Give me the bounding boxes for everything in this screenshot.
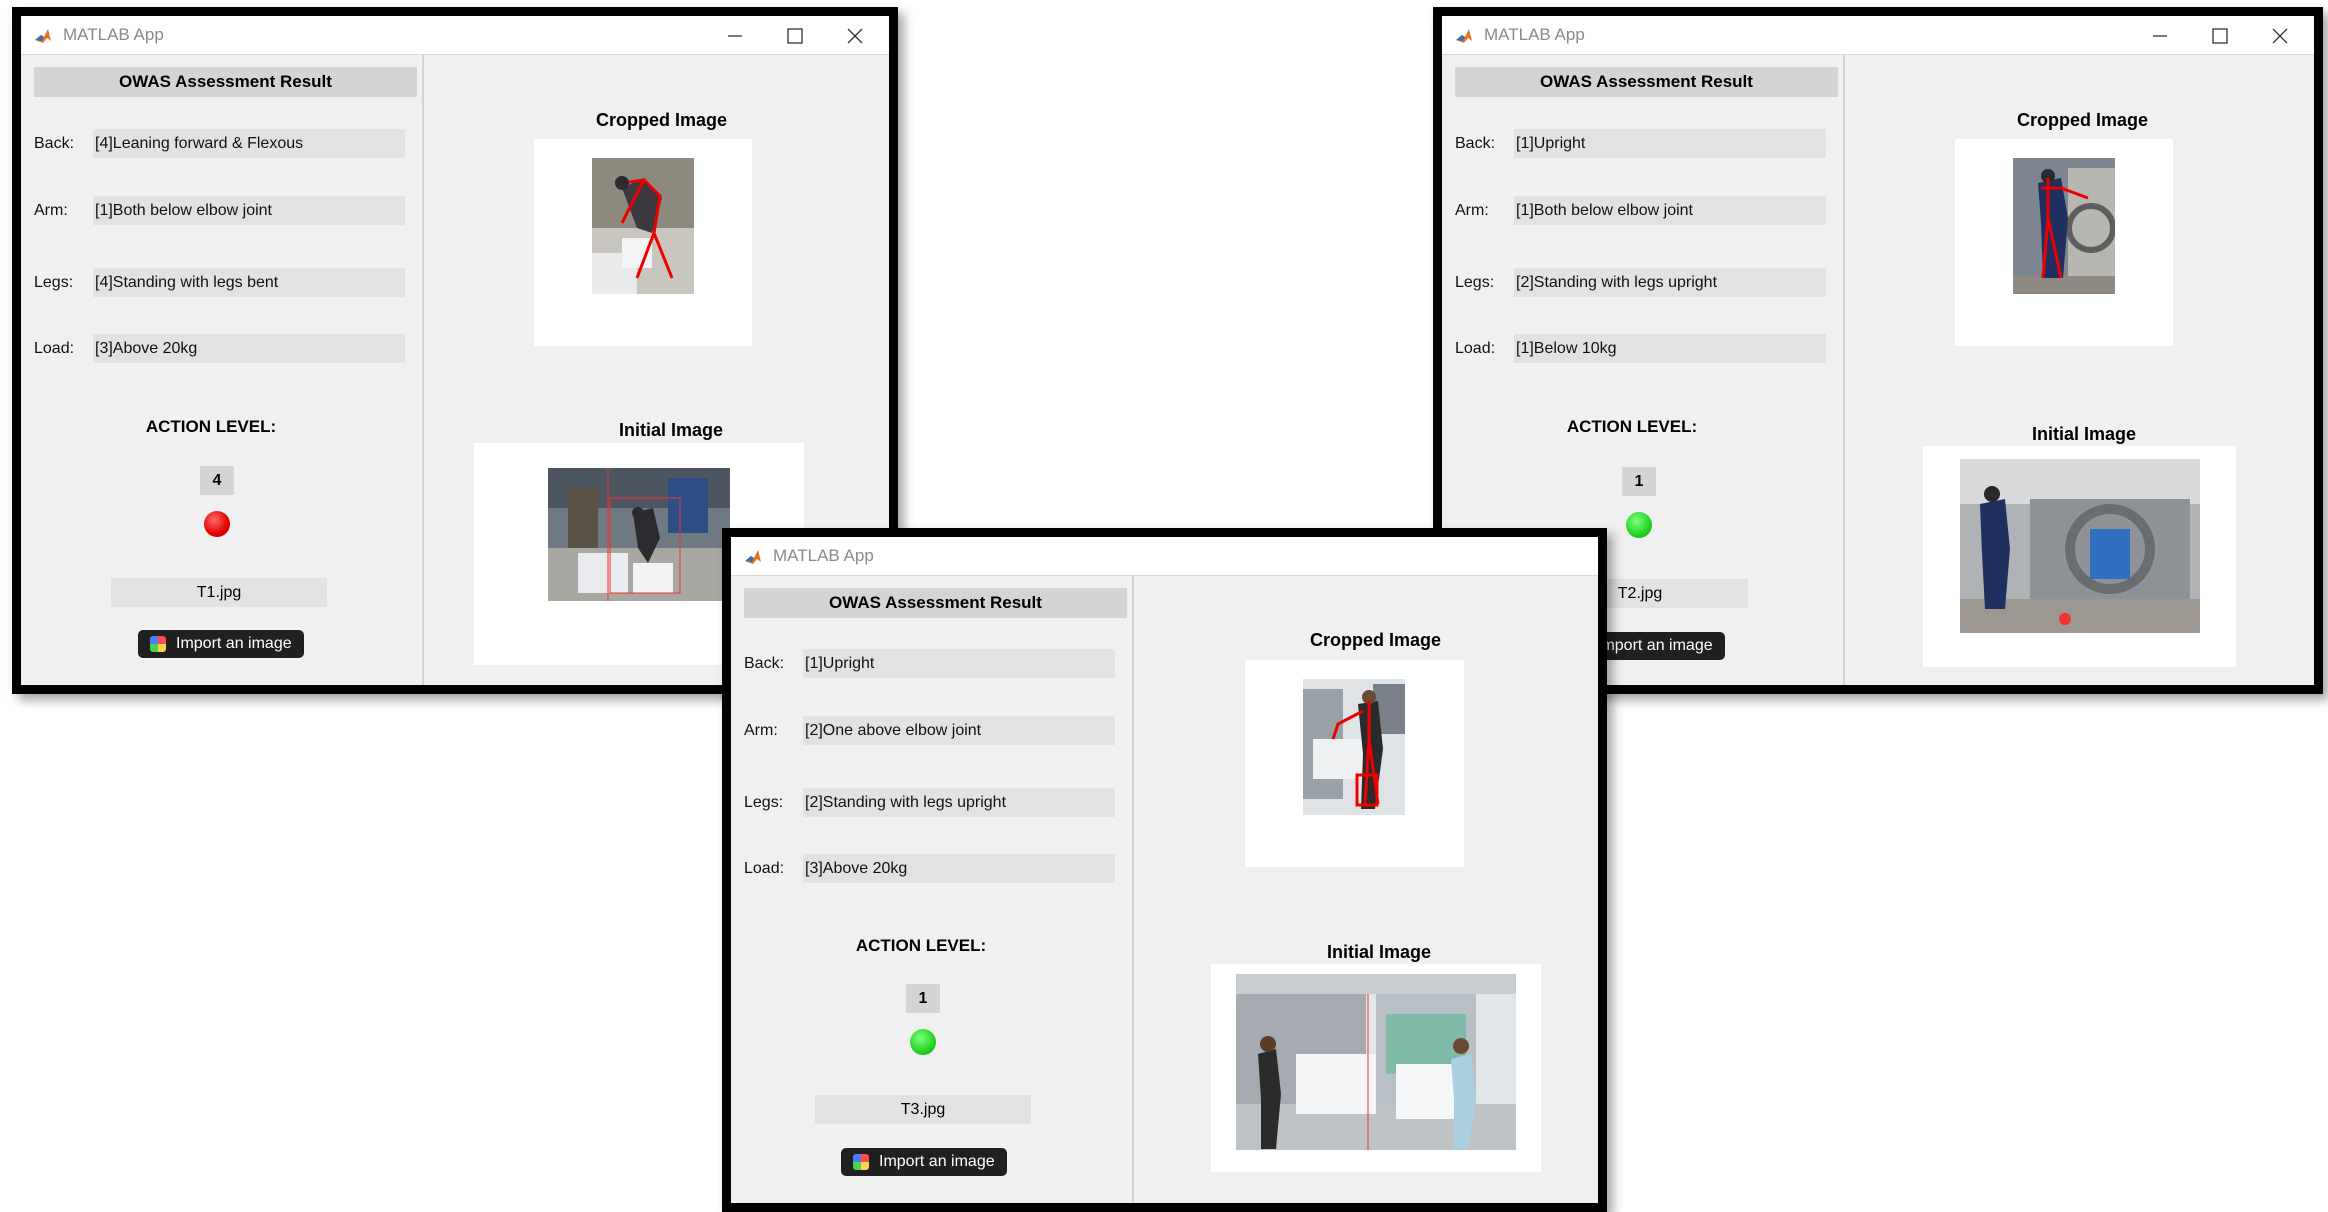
initial-image <box>1236 974 1516 1150</box>
back-value: [4]Leaning forward & Flexous <box>93 129 405 158</box>
legs-label: Legs: <box>744 794 784 811</box>
image-panel: Cropped Image Initial Image <box>1134 576 1598 1203</box>
maximize-button[interactable] <box>767 18 823 52</box>
title-bar[interactable]: MATLAB App <box>731 537 1598 576</box>
load-value: [3]Above 20kg <box>803 854 1115 883</box>
arm-value: [1]Both below elbow joint <box>1514 196 1826 225</box>
back-label: Back: <box>34 135 75 152</box>
minimize-icon <box>728 35 742 37</box>
action-level-label: ACTION LEVEL: <box>855 936 987 955</box>
window-title: MATLAB App <box>1484 25 1585 44</box>
maximize-icon <box>2212 28 2228 44</box>
minimize-button[interactable] <box>707 18 763 52</box>
legs-value: [2]Standing with legs upright <box>1514 268 1826 297</box>
initial-image-title: Initial Image <box>1327 942 1432 962</box>
close-button[interactable] <box>827 18 883 52</box>
maximize-button[interactable] <box>2192 18 2248 52</box>
action-level-lamp <box>204 511 230 537</box>
image-icon <box>853 1154 869 1170</box>
image-panel: Cropped Image Initial Image <box>1845 55 2314 685</box>
minimize-icon <box>2153 35 2167 37</box>
import-image-button[interactable]: Import an image <box>841 1148 1007 1176</box>
minimize-button[interactable] <box>2132 18 2188 52</box>
close-icon <box>847 28 863 44</box>
filename-field: T1.jpg <box>111 578 327 607</box>
matlab-logo-icon <box>33 26 53 46</box>
maximize-icon <box>787 28 803 44</box>
cropped-image-axes <box>1955 139 2173 346</box>
cropped-image-axes <box>534 139 752 346</box>
back-label: Back: <box>1455 135 1496 152</box>
results-panel: OWAS Assessment Result Back: [4]Leaning … <box>21 55 421 685</box>
cropped-image-title: Cropped Image <box>1310 630 1442 650</box>
cropped-image-title: Cropped Image <box>2017 110 2149 130</box>
filename-field: T3.jpg <box>815 1095 1031 1124</box>
initial-image <box>1960 459 2200 633</box>
arm-value: [2]One above elbow joint <box>803 716 1115 745</box>
title-bar[interactable]: MATLAB App <box>21 16 889 55</box>
initial-image-axes <box>1211 964 1541 1172</box>
arm-value: [1]Both below elbow joint <box>93 196 405 225</box>
panel-title: OWAS Assessment Result <box>34 67 417 97</box>
action-level-lamp <box>1626 512 1652 538</box>
panel-title: OWAS Assessment Result <box>744 588 1127 618</box>
results-panel: OWAS Assessment Result Back: [1]Upright … <box>731 576 1131 1203</box>
load-label: Load: <box>34 340 75 357</box>
back-value: [1]Upright <box>1514 129 1826 158</box>
back-value: [1]Upright <box>803 649 1115 678</box>
close-button[interactable] <box>2252 18 2308 52</box>
action-level-lamp <box>910 1029 936 1055</box>
import-button-label: Import an image <box>176 635 292 652</box>
import-button-label: Import an image <box>1597 637 1713 654</box>
cropped-image <box>592 158 694 294</box>
import-button-label: Import an image <box>879 1153 995 1170</box>
close-icon <box>2272 28 2288 44</box>
matlab-logo-icon <box>1454 26 1474 46</box>
legs-value: [2]Standing with legs upright <box>803 788 1115 817</box>
initial-image-title: Initial Image <box>619 420 724 440</box>
cropped-image-axes <box>1245 660 1464 867</box>
load-value: [3]Above 20kg <box>93 334 405 363</box>
panel-title: OWAS Assessment Result <box>1455 67 1838 97</box>
title-bar[interactable]: MATLAB App <box>1442 16 2314 55</box>
image-icon <box>150 636 166 652</box>
load-label: Load: <box>744 860 785 877</box>
window-title: MATLAB App <box>63 25 164 44</box>
legs-label: Legs: <box>1455 274 1495 291</box>
arm-label: Arm: <box>1455 202 1489 219</box>
initial-image <box>548 468 730 601</box>
cropped-image <box>2013 158 2115 294</box>
action-level-value: 4 <box>200 466 234 495</box>
window-title: MATLAB App <box>773 546 874 565</box>
legs-value: [4]Standing with legs bent <box>93 268 405 297</box>
initial-image-axes <box>1923 446 2236 667</box>
matlab-logo-icon <box>743 547 763 567</box>
legs-label: Legs: <box>34 274 74 291</box>
back-label: Back: <box>744 655 785 672</box>
import-image-button[interactable]: Import an image <box>138 630 304 658</box>
matlab-app-window-3: MATLAB App OWAS Assessment Result Back: … <box>722 528 1607 1212</box>
arm-label: Arm: <box>34 202 68 219</box>
cropped-image-title: Cropped Image <box>596 110 728 130</box>
initial-image-title: Initial Image <box>2032 424 2137 444</box>
action-level-value: 1 <box>1622 467 1656 496</box>
load-value: [1]Below 10kg <box>1514 334 1826 363</box>
arm-label: Arm: <box>744 722 778 739</box>
load-label: Load: <box>1455 340 1496 357</box>
action-level-label: ACTION LEVEL: <box>1566 417 1698 436</box>
action-level-label: ACTION LEVEL: <box>145 417 277 436</box>
action-level-value: 1 <box>906 984 940 1013</box>
cropped-image <box>1303 679 1405 815</box>
